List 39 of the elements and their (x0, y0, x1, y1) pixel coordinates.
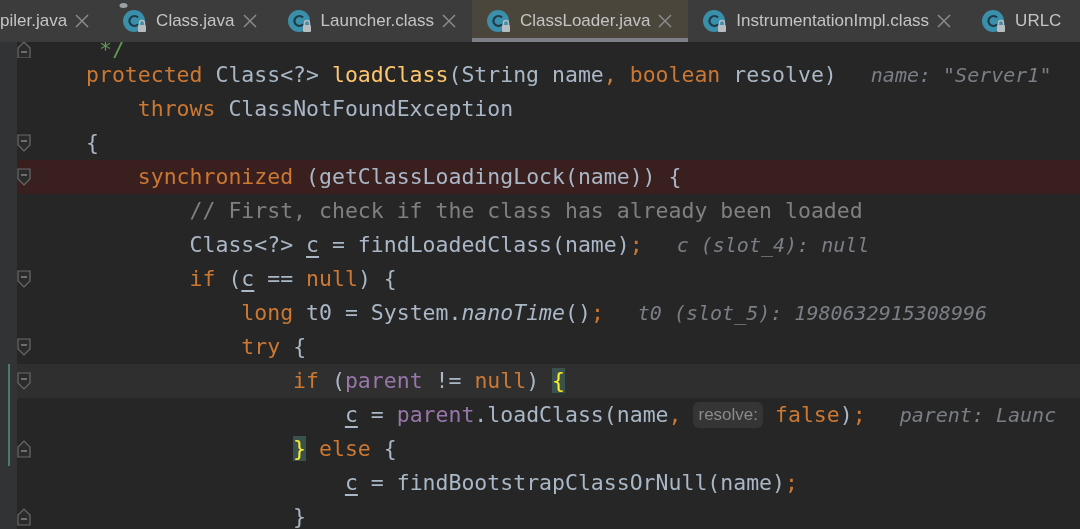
close-icon[interactable] (75, 14, 90, 28)
fold-marker-icon[interactable] (17, 372, 31, 390)
fold-marker-icon[interactable] (17, 134, 31, 152)
code-line: protected Class<?> loadClass(String name, boolean resolve) (86, 60, 837, 89)
fold-marker-icon[interactable] (17, 270, 31, 288)
fold-marker-icon[interactable] (17, 42, 31, 58)
code-line: if (parent != null) { (292, 366, 565, 395)
code-line: long t0 = System.nanoTime(); (240, 298, 604, 327)
fold-marker-icon[interactable] (17, 440, 31, 458)
code-line: // First, check if the class has already been loaded (188, 196, 863, 225)
code-line: try { (240, 332, 307, 361)
editor-tab[interactable]: ClassLoader.java (471, 0, 689, 42)
fold-marker-icon[interactable] (17, 168, 31, 186)
editor-tab[interactable]: Launcher.class (272, 0, 472, 42)
code-line: { (86, 128, 99, 157)
editor-tab[interactable]: Class.java (105, 0, 273, 42)
code-line: throws ClassNotFoundException (136, 94, 514, 123)
debug-value-hint: name: "Server1" (870, 62, 1052, 89)
debug-value-hint: t0 (slot_5): 1980632915308996 (637, 300, 988, 327)
parameter-hint: resolve: (693, 402, 763, 428)
fold-marker-icon[interactable] (17, 508, 31, 526)
code-line: false); (775, 400, 866, 429)
debug-value-hint: c (slot_4): null (676, 232, 870, 259)
code-line: } (292, 502, 307, 529)
code-line: } else { (292, 434, 397, 463)
close-icon[interactable] (242, 14, 257, 28)
code-line: synchronized (getClassLoadingLock(name)) { (136, 162, 682, 191)
close-icon[interactable] (658, 14, 673, 28)
code-line: c = findBootstrapClassOrNull(name); (343, 468, 798, 497)
debug-value-hint: parent: Launc (899, 402, 1057, 429)
editor-tab[interactable]: piler.java (0, 0, 106, 42)
close-icon[interactable] (937, 14, 952, 28)
editor-tab[interactable]: URLC (967, 0, 1078, 42)
editor-tab[interactable]: InstrumentationImpl.class (688, 0, 968, 42)
close-icon[interactable] (441, 14, 456, 28)
code-line: Class<?> c = findLoadedClass(name); (188, 230, 643, 259)
fold-marker-icon[interactable] (17, 338, 31, 356)
code-line: c = parent.loadClass(name, (343, 400, 682, 429)
code-line: if (c == null) { (188, 264, 397, 293)
